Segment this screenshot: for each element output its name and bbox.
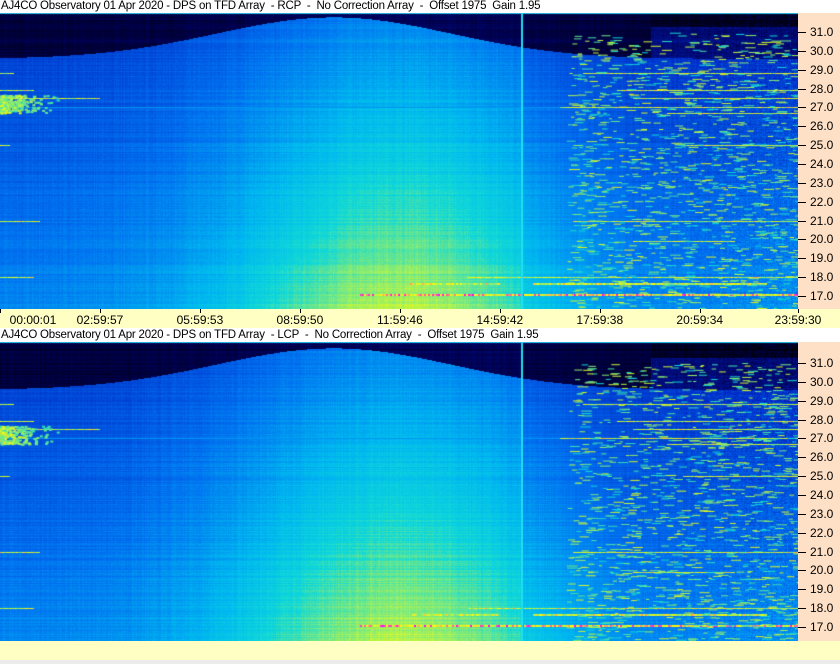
status-strip: [0, 660, 840, 664]
x-tick-label: 08:59:50: [276, 313, 324, 327]
y-tick: [798, 570, 806, 572]
y-tick: [798, 476, 806, 478]
y-tick: [798, 201, 806, 203]
y-tick-label: 25.0: [810, 469, 834, 484]
x-tick-label: 02:59:57: [76, 313, 124, 327]
y-tick-label: 17.0: [810, 620, 834, 635]
x-tick-label: 20:59:34: [676, 313, 724, 327]
y-tick-label: 31.0: [810, 25, 834, 39]
y-tick: [798, 88, 806, 90]
y-tick-label: 20.0: [810, 232, 834, 247]
y-tick: [798, 239, 806, 241]
y-tick: [798, 551, 806, 553]
y-tick-label: 31.0: [810, 356, 834, 370]
y-tick-label: 18.0: [810, 270, 834, 285]
y-tick-label: 24.0: [810, 488, 834, 503]
y-tick-label: 23.0: [810, 175, 834, 190]
y-tick: [798, 381, 806, 383]
y-tick-label: 29.0: [810, 393, 834, 408]
rcp-time-axis: 00:00:01 02:59:57 05:59:53 08:59:50 11:59:46…: [0, 309, 840, 328]
y-tick: [798, 107, 806, 109]
y-tick-label: 20.0: [810, 563, 834, 578]
y-tick-label: 27.0: [810, 100, 834, 115]
y-tick-label: 25.0: [810, 138, 834, 153]
x-tick-label: 05:59:53: [176, 313, 224, 327]
x-tick-label: 14:59:42: [476, 313, 524, 327]
x-tick-label: 17:59:38: [576, 313, 624, 327]
y-tick: [798, 495, 806, 497]
y-tick-label: 21.0: [810, 544, 834, 559]
y-tick: [798, 532, 806, 534]
y-tick-label: 28.0: [810, 412, 834, 427]
x-tick-label: 00:00:01: [9, 313, 57, 327]
y-tick-label: 28.0: [810, 81, 834, 96]
y-tick: [798, 220, 806, 222]
y-tick-label: 30.0: [810, 374, 834, 389]
y-tick: [798, 608, 806, 610]
lcp-time-axis: [0, 641, 840, 660]
y-tick-label: 22.0: [810, 194, 834, 209]
rcp-title: AJ4CO Observatory 01 Apr 2020 - DPS on T…: [0, 0, 840, 13]
y-tick: [798, 258, 806, 260]
y-tick-label: 27.0: [810, 431, 834, 446]
lcp-frequency-axis: 31.0 30.0 29.0 28.0 27.0 26.0 25.0 24.0 23.0 22.0…: [798, 342, 840, 641]
y-tick: [798, 400, 806, 402]
y-tick: [798, 589, 806, 591]
y-tick: [798, 277, 806, 279]
y-tick-label: 21.0: [810, 213, 834, 228]
y-tick: [798, 419, 806, 421]
y-tick: [798, 69, 806, 71]
rcp-spectrogram[interactable]: [0, 13, 798, 309]
lcp-heatmap-canvas: [0, 342, 798, 641]
x-tick: [0, 309, 1, 313]
y-tick-label: 29.0: [810, 62, 834, 77]
y-tick-label: 18.0: [810, 601, 834, 616]
lcp-spectrogram[interactable]: [0, 342, 798, 641]
x-tick-label: 23:59:30: [774, 313, 822, 327]
x-tick-label: 11:59:46: [376, 313, 423, 327]
rcp-frequency-axis: 31.0 30.0 29.0 28.0 27.0 26.0 25.0 24.0 23.0 22.0…: [798, 13, 840, 309]
y-tick-label: 22.0: [810, 525, 834, 540]
y-tick: [798, 296, 806, 298]
y-tick: [798, 126, 806, 128]
y-tick-label: 17.0: [810, 289, 834, 304]
y-tick: [798, 164, 806, 166]
y-tick: [798, 457, 806, 459]
y-tick-label: 26.0: [810, 119, 834, 134]
y-tick: [798, 145, 806, 147]
y-tick: [798, 627, 806, 629]
y-tick-label: 26.0: [810, 450, 834, 465]
y-tick-label: 19.0: [810, 582, 834, 597]
y-tick-label: 30.0: [810, 43, 834, 58]
y-tick: [798, 182, 806, 184]
y-tick: [798, 50, 806, 52]
y-tick: [798, 513, 806, 515]
y-tick-label: 19.0: [810, 251, 834, 266]
y-tick-label: 24.0: [810, 157, 834, 172]
y-tick: [798, 438, 806, 440]
y-tick-label: 23.0: [810, 506, 834, 521]
lcp-title: AJ4CO Observatory 01 Apr 2020 - DPS on T…: [0, 328, 840, 342]
rcp-heatmap-canvas: [0, 13, 798, 309]
y-tick: [798, 32, 806, 33]
y-tick: [798, 363, 806, 364]
